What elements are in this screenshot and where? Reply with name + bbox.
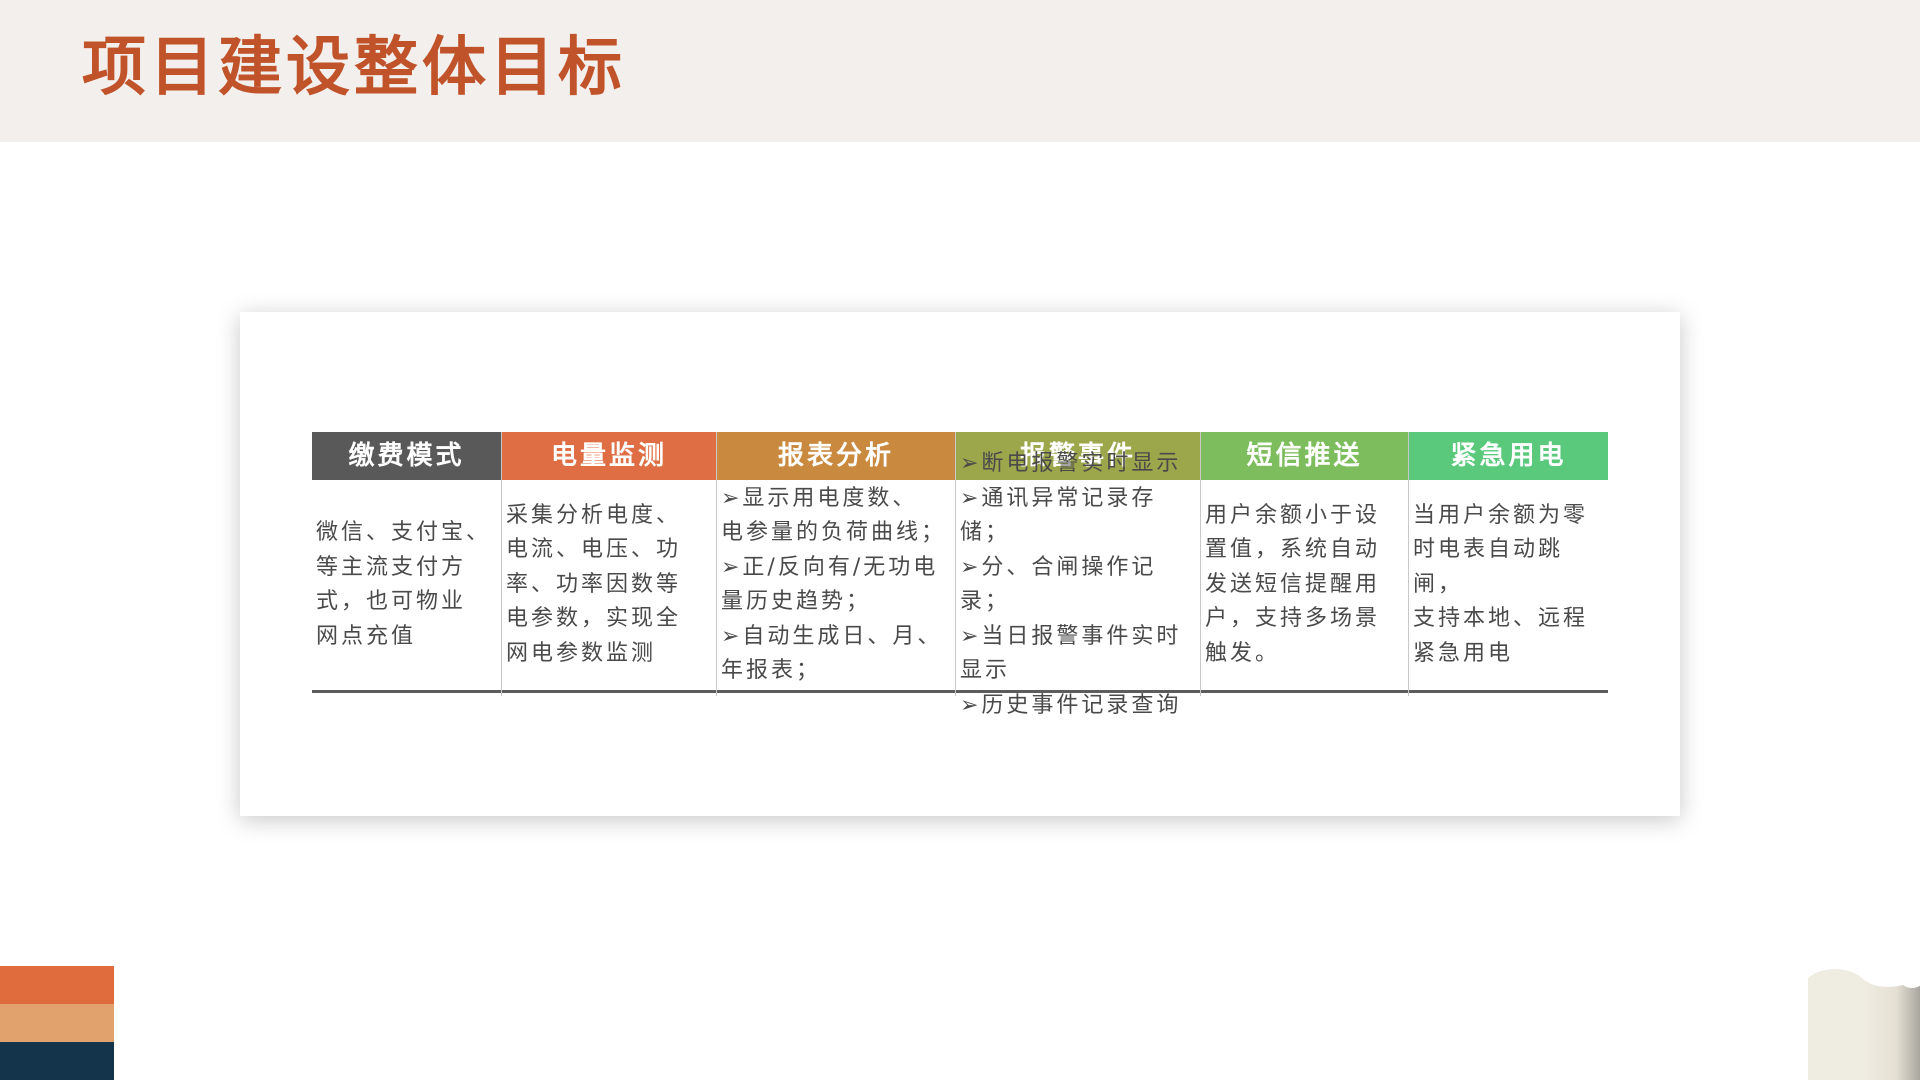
page-title: 项目建设整体目标 <box>82 31 626 105</box>
column-body-text: ➢断电报警实时显示 ➢通讯异常记录存储； ➢分、合闸操作记录； ➢当日报警事件实… <box>960 451 1182 718</box>
column-body: 当用户余额为零 时电表自动跳闸， 支持本地、远程 紧急用电 <box>1409 480 1608 693</box>
scroll-icon <box>1808 969 1920 1080</box>
column-body: 用户余额小于设 置值，系统自动 发送短信提醒用 户，支持多场景 触发。 <box>1201 480 1408 693</box>
column-body-text: 用户余额小于设 置值，系统自动 发送短信提醒用 户，支持多场景 触发。 <box>1205 502 1381 666</box>
feature-table: 缴费模式 微信、支付宝、 等主流支付方 式，也可物业 网点充值 电量监测 采集分… <box>312 432 1608 718</box>
deco-stripe-navy <box>0 1042 114 1080</box>
column-alarm-events: 报警事件 ➢断电报警实时显示 ➢通讯异常记录存储； ➢分、合闸操作记录； ➢当日… <box>956 432 1201 718</box>
column-header: 报表分析 <box>717 432 955 480</box>
column-body: 微信、支付宝、 等主流支付方 式，也可物业 网点充值 <box>312 480 501 693</box>
deco-stripe-tan <box>0 1004 114 1042</box>
column-header: 短信推送 <box>1201 432 1408 480</box>
column-body-text: 采集分析电度、 电流、电压、功 率、功率因数等 电参数，实现全 网电参数监测 <box>506 502 682 666</box>
column-sms-push: 短信推送 用户余额小于设 置值，系统自动 发送短信提醒用 户，支持多场景 触发。 <box>1201 432 1409 696</box>
column-body-text: 当用户余额为零 时电表自动跳闸， 支持本地、远程 紧急用电 <box>1413 502 1589 666</box>
column-body: ➢断电报警实时显示 ➢通讯异常记录存储； ➢分、合闸操作记录； ➢当日报警事件实… <box>956 451 1200 718</box>
column-payment-mode: 缴费模式 微信、支付宝、 等主流支付方 式，也可物业 网点充值 <box>312 432 502 696</box>
column-emergency-power: 紧急用电 当用户余额为零 时电表自动跳闸， 支持本地、远程 紧急用电 <box>1409 432 1608 696</box>
column-body: 采集分析电度、 电流、电压、功 率、功率因数等 电参数，实现全 网电参数监测 <box>502 480 716 693</box>
column-power-monitoring: 电量监测 采集分析电度、 电流、电压、功 率、功率因数等 电参数，实现全 网电参… <box>502 432 717 696</box>
column-header: 缴费模式 <box>312 432 501 480</box>
column-body-text: ➢显示用电度数、 电参量的负荷曲线； ➢正/反向有/无功电 量历史趋势； ➢自动… <box>721 485 947 684</box>
column-body-text: 微信、支付宝、 等主流支付方 式，也可物业 网点充值 <box>316 520 492 649</box>
column-body: ➢显示用电度数、 电参量的负荷曲线； ➢正/反向有/无功电 量历史趋势； ➢自动… <box>717 480 955 693</box>
column-report-analysis: 报表分析 ➢显示用电度数、 电参量的负荷曲线； ➢正/反向有/无功电 量历史趋势… <box>717 432 956 696</box>
deco-stripe-orange <box>0 966 114 1004</box>
column-header: 紧急用电 <box>1409 432 1608 480</box>
column-header: 电量监测 <box>502 432 716 480</box>
